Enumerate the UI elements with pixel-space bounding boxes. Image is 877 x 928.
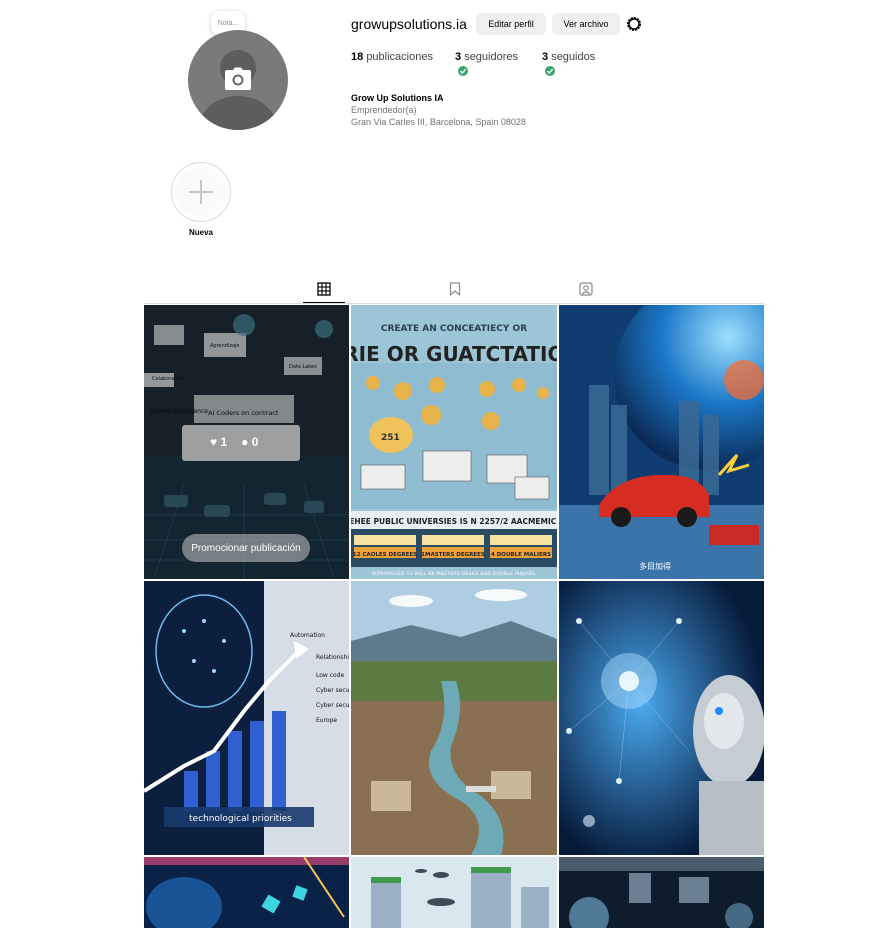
post-tile[interactable] bbox=[351, 581, 557, 855]
bio-name: Grow Up Solutions IA bbox=[351, 93, 444, 103]
post-engagement: ♥ 1 ● 0 bbox=[210, 435, 258, 449]
tile2-top-text: CREATE AN CONCEATIECY OR bbox=[381, 324, 527, 334]
avatar-body-silhouette bbox=[200, 96, 276, 130]
post-tile[interactable]: Automation Relationship Low code Cyber sec… bbox=[144, 581, 349, 855]
tagged-user-icon[interactable] bbox=[579, 282, 593, 296]
post-image bbox=[144, 857, 349, 928]
gear-icon[interactable] bbox=[625, 15, 643, 33]
tile4-banner: technological priorities bbox=[189, 814, 292, 824]
post-tile[interactable] bbox=[351, 857, 557, 928]
likes-count: 1 bbox=[220, 435, 228, 449]
post-tile[interactable] bbox=[144, 857, 349, 928]
following-stat[interactable]: 3 seguidos bbox=[542, 51, 595, 63]
tile4-label-5: Cyber secure bbox=[316, 702, 349, 709]
post-tile[interactable]: Shared Intelligence AI Coders on contrac… bbox=[144, 305, 349, 579]
edit-profile-button[interactable]: Editar perfil bbox=[476, 13, 546, 35]
tile4-label-4: Cyber secure bbox=[316, 687, 349, 694]
view-archive-button[interactable]: Ver archivo bbox=[552, 13, 620, 35]
tile4-label-3: Low code bbox=[316, 672, 345, 679]
following-check-icon bbox=[545, 66, 555, 76]
post-image: Automation Relationship Low code Cyber sec… bbox=[144, 581, 349, 855]
tile3-sign: 多目加得 bbox=[639, 561, 671, 571]
tile2-box-1: 12 CAOLES DEGREES bbox=[353, 552, 417, 558]
post-image bbox=[351, 857, 557, 928]
tile2-subtitle: THREEHEE PUBLIC UNIVERSIES IS N 2257/2 A… bbox=[351, 517, 557, 526]
post-image: 多目加得 bbox=[559, 305, 764, 579]
tile2-footer: INTRODUCED 13 WILL BE MASTERS DESKS AND … bbox=[371, 571, 537, 577]
following-count: 3 bbox=[542, 51, 549, 63]
tile4-label-1: Automation bbox=[290, 632, 325, 639]
new-highlight-button[interactable] bbox=[171, 162, 231, 222]
bookmark-icon[interactable] bbox=[448, 282, 462, 296]
grid-icon[interactable] bbox=[317, 282, 331, 296]
tile2-box-3: 4 DOUBLE MALIERS bbox=[491, 552, 551, 558]
followers-label: seguidores bbox=[464, 51, 519, 63]
promote-post-button[interactable]: Promocionar publicación bbox=[182, 534, 310, 562]
post-image bbox=[559, 857, 764, 928]
tile4-label-6: Europe bbox=[316, 717, 337, 724]
followers-count: 3 bbox=[455, 51, 462, 63]
tabs-divider bbox=[144, 303, 764, 304]
active-tab-indicator bbox=[303, 302, 345, 303]
comments-count-wrap: ● 0 bbox=[241, 435, 259, 449]
post-tile[interactable] bbox=[559, 581, 764, 855]
tile2-badge: 251 bbox=[381, 433, 400, 443]
posts-label: publicaciones bbox=[366, 51, 433, 63]
post-tile[interactable]: 多目加得 bbox=[559, 305, 764, 579]
profile-username: growupsolutions.ia bbox=[351, 16, 467, 32]
new-highlight-label: Nueva bbox=[188, 228, 213, 237]
comments-count: 0 bbox=[251, 435, 259, 449]
bio-category: Emprendedor(a) bbox=[351, 105, 417, 115]
tile2-box-2: 1MASTERS DEGREES bbox=[421, 552, 485, 558]
post-tile[interactable] bbox=[559, 857, 764, 928]
likes-count-wrap: ♥ 1 bbox=[210, 435, 228, 449]
posts-stat: 18 publicaciones bbox=[351, 51, 433, 63]
note-label: Nota... bbox=[217, 19, 239, 27]
bio-address[interactable]: Gran Via Carles III, Barcelona, Spain 08… bbox=[351, 117, 526, 127]
plus-icon-vertical bbox=[200, 180, 202, 204]
following-label: seguidos bbox=[551, 51, 596, 63]
tile2-title: GRIE OR GUATCTATION bbox=[351, 342, 557, 366]
followers-stat[interactable]: 3 seguidores bbox=[455, 51, 518, 63]
post-image: 251 CREATE AN CONCEATIECY OR GRIE OR GUA… bbox=[351, 305, 557, 579]
camera-icon bbox=[225, 67, 251, 90]
avatar[interactable] bbox=[188, 30, 288, 130]
tile4-label-2: Relationship bbox=[316, 654, 349, 661]
post-tile[interactable]: 251 CREATE AN CONCEATIECY OR GRIE OR GUA… bbox=[351, 305, 557, 579]
post-image bbox=[559, 581, 764, 855]
posts-count: 18 bbox=[351, 51, 364, 63]
followers-check-icon bbox=[458, 66, 468, 76]
post-image bbox=[351, 581, 557, 855]
